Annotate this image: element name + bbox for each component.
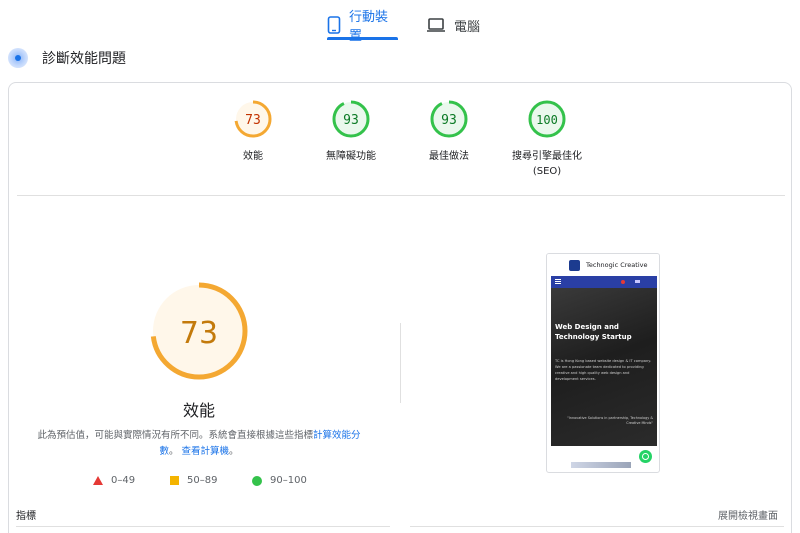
legend-average: 50–89 [170,475,217,486]
center-divider [400,323,401,403]
score-legend: 0–49 50–89 90–100 [9,475,389,491]
tab-desktop-label: 電腦 [454,19,481,35]
screenshot-header: Technogic Creative [547,254,659,276]
legend-poor-label: 0–49 [111,475,136,486]
brand-logo [569,259,580,271]
gauge-seo-label-line1: 搜尋引擎最佳化 [512,151,582,162]
diagnose-header: 診斷效能問題 [8,46,126,70]
gauge-seo[interactable]: 100 搜尋引擎最佳化 (SEO) [497,99,597,179]
gauge-performance[interactable]: 73 效能 [203,99,303,164]
category-gauges: 73 效能 93 無障礙功能 93 最佳做法 100 搜尋引擎最佳化 (SEO) [9,83,793,195]
screenshot-hero-text: TC is Hong Kong based website design & I… [555,359,651,381]
menu-icon [555,279,561,284]
screenshot-hero-sub: "Innovative Solutions in partnership, Te… [567,416,653,425]
screenshot-nav [551,276,657,288]
diagnose-title: 診斷效能問題 [42,51,126,67]
gauge-best-practices-score: 93 [441,113,457,128]
metrics-divider-right [410,526,784,527]
square-icon [170,476,179,485]
flag-icon-2 [635,280,640,283]
screenshot-bottom-image [571,462,631,468]
tab-mobile[interactable]: 行動裝置 [327,10,399,44]
gauges-divider [17,195,785,196]
screenshot-hero: Web Design and Technology Startup TC is … [551,288,657,446]
view-calculator-link[interactable]: 查看計算機 [182,446,230,457]
performance-big-score: 73 [180,316,218,351]
page-screenshot[interactable]: Technogic Creative Web Design and Techno… [546,253,660,473]
gauge-seo-label-line2: (SEO) [532,166,562,177]
legend-poor: 0–49 [93,475,135,486]
disclaimer-text: 此為預估值，可能與實際情況有所不同。系統會直接根據這些指標 [37,430,313,441]
disclaimer-suffix: 。 [229,446,239,457]
triangle-icon [93,476,103,485]
active-tab-indicator [327,37,398,40]
gauge-performance-label: 效能 [243,151,263,162]
gauge-seo-label: 搜尋引擎最佳化 (SEO) [497,149,597,179]
gauge-best-practices-label: 最佳做法 [429,151,469,162]
screenshot-brand: Technogic Creative [586,261,648,269]
expand-view-link[interactable]: 展開檢視畫面 [718,507,778,522]
device-tabs: 行動裝置 電腦 [0,0,800,44]
gauge-seo-score: 100 [536,113,558,127]
tab-desktop[interactable]: 電腦 [426,10,486,40]
disclaimer-sep: 。 [168,446,179,457]
smartphone-icon [327,16,341,34]
performance-title: 效能 [182,401,215,420]
metrics-heading: 指標 [16,511,36,522]
laptop-icon [427,18,445,32]
gauge-accessibility-label: 無障礙功能 [326,151,376,162]
gauge-performance-score: 73 [245,113,261,128]
circle-icon [252,475,262,486]
gauge-seo-ring: 100 [528,100,566,138]
gauge-accessibility[interactable]: 93 無障礙功能 [301,99,401,164]
flag-icon [621,280,625,284]
legend-good-label: 90–100 [270,475,307,486]
performance-disclaimer: 此為預估值，可能與實際情況有所不同。系統會直接根據這些指標計算效能分數。 查看計… [31,428,367,460]
gauge-best-practices[interactable]: 93 最佳做法 [399,99,499,164]
gauge-best-practices-ring: 93 [430,100,468,138]
gauge-accessibility-ring: 93 [332,100,370,138]
metrics-divider-left [16,526,390,527]
gauge-accessibility-score: 93 [343,113,359,128]
performance-big-gauge: 73 [150,282,248,380]
diagnose-icon [8,48,28,68]
legend-average-label: 50–89 [187,475,218,486]
report-card: 73 效能 93 無障礙功能 93 最佳做法 100 搜尋引擎最佳化 (SEO)… [8,82,792,533]
legend-good: 90–100 [252,475,307,486]
gauge-performance-ring: 73 [234,100,272,138]
whatsapp-icon [639,450,652,463]
screenshot-hero-title: Web Design and Technology Startup [555,323,632,341]
